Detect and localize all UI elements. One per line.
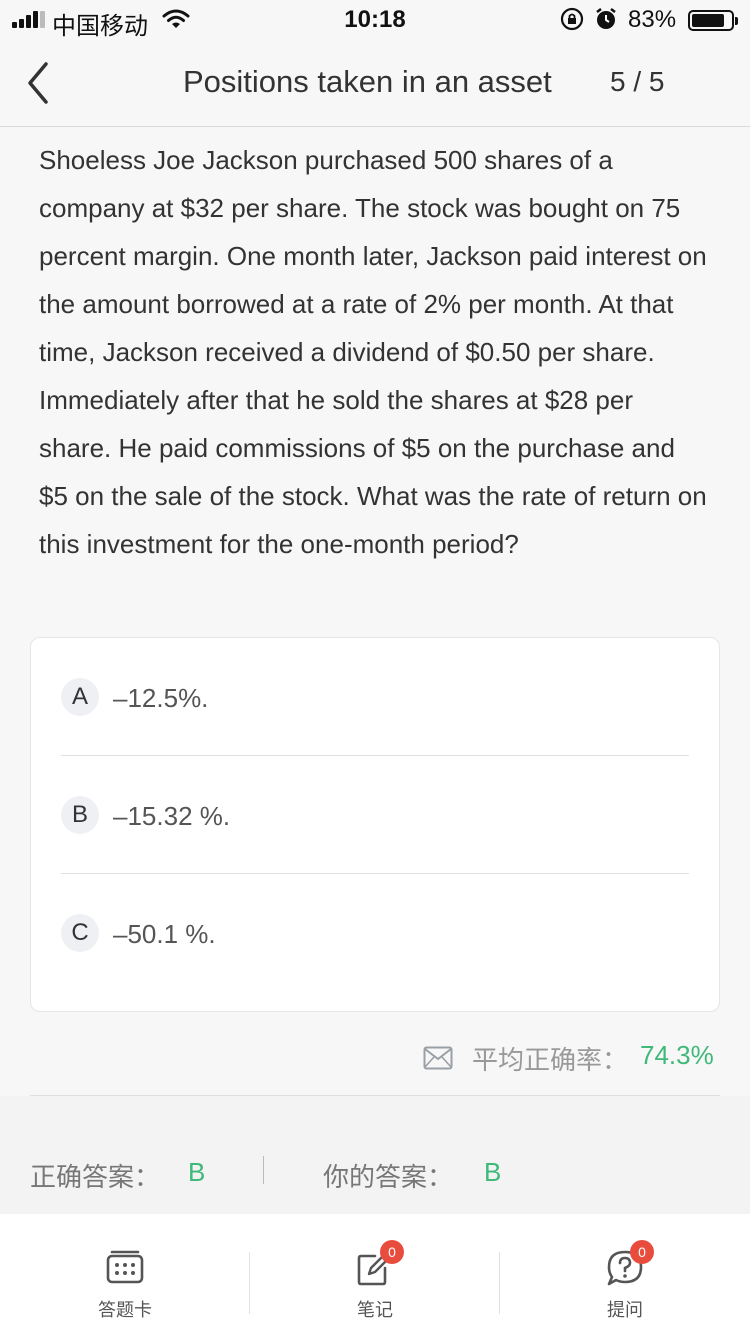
status-bar: 中国移动 10:18 83% — [0, 0, 750, 40]
stats-row: 平均正确率： 74.3% — [0, 1012, 750, 1095]
bottom-tab-bar: 答题卡 0 笔记 0 提问 — [0, 1214, 750, 1334]
option-text: –12.5%. — [113, 683, 209, 713]
nav-bar: Positions taken in an asset 5 / 5 — [0, 40, 750, 127]
question-progress: 5 / 5 — [610, 66, 665, 97]
tab-label: 答题卡 — [98, 1300, 152, 1320]
option-letter: A — [61, 678, 99, 716]
option-letter: C — [61, 914, 99, 952]
page-title: Positions taken in an asset — [183, 64, 552, 99]
option-text: –50.1 %. — [113, 919, 216, 949]
battery-percent: 83% — [628, 6, 677, 33]
tab-label: 笔记 — [357, 1300, 393, 1320]
option-b[interactable]: B –15.32 %. — [61, 756, 689, 874]
alarm-icon — [596, 8, 616, 29]
divider — [263, 1156, 264, 1184]
back-button[interactable] — [20, 58, 60, 108]
tab-label: 提问 — [607, 1300, 643, 1320]
option-a[interactable]: A –12.5%. — [61, 638, 689, 756]
notes-badge: 0 — [380, 1240, 404, 1264]
option-text: –15.32 %. — [113, 801, 231, 831]
your-answer-label: 你的答案： — [323, 1162, 454, 1192]
rotation-lock-icon — [560, 7, 584, 31]
chevron-left-icon — [28, 62, 48, 104]
battery-icon — [688, 10, 738, 31]
your-answer-value: B — [484, 1157, 502, 1187]
options-card: A –12.5%. B –15.32 %. C –50.1 %. — [30, 637, 720, 1012]
questions-badge: 0 — [630, 1240, 654, 1264]
answer-card-icon — [106, 1250, 144, 1284]
tab-ask-question[interactable]: 0 提问 — [500, 1214, 750, 1334]
option-c[interactable]: C –50.1 %. — [61, 874, 689, 992]
correct-answer-value: B — [188, 1157, 206, 1187]
answer-row: 正确答案： B 你的答案： B — [0, 1096, 750, 1214]
tab-notes[interactable]: 0 笔记 — [250, 1214, 500, 1334]
average-accuracy-value: 74.3% — [640, 1040, 714, 1070]
tab-answer-card[interactable]: 答题卡 — [0, 1214, 250, 1334]
correct-answer-label: 正确答案： — [30, 1162, 161, 1192]
question-text: Shoeless Joe Jackson purchased 500 share… — [39, 145, 707, 559]
envelope-icon — [423, 1046, 453, 1070]
average-accuracy-label: 平均正确率： — [472, 1045, 629, 1075]
option-letter: B — [61, 796, 99, 834]
